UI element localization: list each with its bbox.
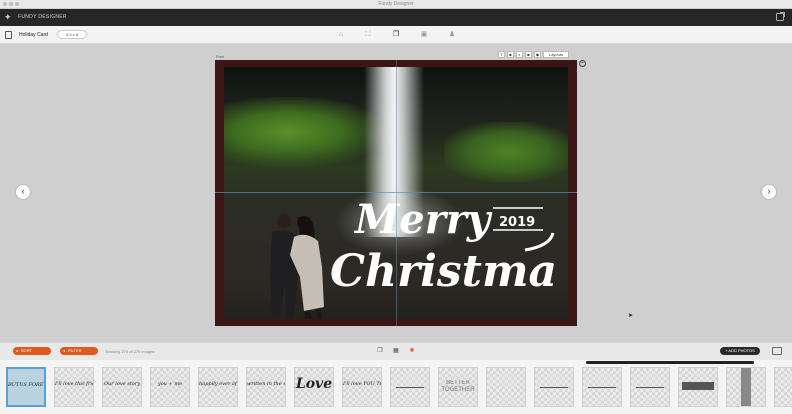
- thumbnail-item[interactable]: [486, 367, 526, 407]
- thumbnail-item[interactable]: Love: [294, 367, 334, 407]
- image-box-tool-button[interactable]: ■: [507, 51, 514, 58]
- thumbnail-item[interactable]: you + me: [150, 367, 190, 407]
- image-box-mode-icon[interactable]: ▣: [419, 30, 429, 39]
- card-tools: T ■ ◐ ■ ◉ Layouts: [498, 51, 569, 58]
- thumbnail-strip[interactable]: BUTUS FOREVER I'll love this friend Our lo…: [0, 360, 792, 414]
- thumbnail-text: written in the stars: [247, 381, 285, 387]
- card-mode-icon[interactable]: ❐: [391, 30, 401, 39]
- couple-figure: [270, 214, 324, 319]
- vertical-bar-graphic: [741, 368, 751, 406]
- thumbnail-item[interactable]: [390, 367, 430, 407]
- thumbnail-item[interactable]: I'll love YOU TO the: [342, 367, 382, 407]
- color-tool-button[interactable]: ◐: [516, 51, 523, 58]
- card-options-icon[interactable]: +: [579, 60, 586, 67]
- thumbnail-item[interactable]: happily ever after: [198, 367, 238, 407]
- thumbnail-text: Our love story: [103, 381, 141, 387]
- svg-text:2019: 2019: [499, 215, 535, 230]
- thumbnail-text: happily ever after: [199, 381, 237, 387]
- sort-button[interactable]: ◂ SORT: [13, 347, 51, 355]
- moss-right: [444, 122, 568, 182]
- thumbnail-text: I'll love YOU TO the: [343, 381, 381, 387]
- settings-icon[interactable]: ✺: [408, 347, 416, 355]
- add-photos-button[interactable]: + ADD PHOTOS: [720, 347, 760, 355]
- thumbnail-text: BUTUS FOREVER: [8, 382, 44, 388]
- album-mode-icon[interactable]: ⌂: [336, 30, 346, 39]
- app-name: FUNDY DESIGNER: [18, 14, 67, 20]
- products-mode-icon[interactable]: ♟: [447, 30, 457, 39]
- svg-text:Merry: Merry: [353, 196, 493, 243]
- caret-left-icon: ◂: [16, 348, 19, 353]
- thumbnail-text: BETTER TOGETHER: [441, 380, 475, 393]
- divider-graphic: [540, 387, 568, 388]
- thumbnail-item[interactable]: [774, 367, 792, 407]
- shape-tool-button[interactable]: ■: [525, 51, 532, 58]
- svg-text:Christmas: Christmas: [330, 246, 555, 297]
- card-size-selector[interactable]: 5.5 x 8: [57, 30, 87, 39]
- divider-graphic: [636, 387, 664, 388]
- fundy-logo-icon: ✦: [4, 12, 12, 22]
- caret-left-icon: ◂: [63, 348, 66, 353]
- center-guide-vertical: [396, 60, 397, 326]
- thumbnail-item[interactable]: I'll love this friend: [54, 367, 94, 407]
- external-link-icon[interactable]: [776, 12, 785, 21]
- stack-view-icon[interactable]: ❐: [376, 347, 384, 355]
- preview-tool-button[interactable]: ◉: [534, 51, 541, 58]
- divider-graphic: [588, 387, 616, 388]
- thumbnail-item[interactable]: Our love story: [102, 367, 142, 407]
- sort-label: SORT: [21, 348, 33, 353]
- image-count: Showing 279 of 279 images: [105, 349, 155, 354]
- thumbnail-item[interactable]: [726, 367, 766, 407]
- thumbnail-item[interactable]: [582, 367, 622, 407]
- grid-view-icon[interactable]: ▦: [392, 347, 400, 355]
- monitor-icon[interactable]: [772, 347, 782, 355]
- image-controls: ◂ SORT ◂ FILTER Showing 279 of 279 image…: [0, 342, 792, 360]
- previous-page-button[interactable]: ‹: [16, 185, 30, 199]
- card-side-label: Front: [216, 55, 225, 59]
- wall-art-mode-icon[interactable]: ⛶: [363, 30, 373, 39]
- thumbnail-text: I'll love this friend: [55, 381, 93, 387]
- thumbnail-item[interactable]: [630, 367, 670, 407]
- window-title: Fundy Designer: [378, 1, 414, 7]
- thumbnail-item[interactable]: [534, 367, 574, 407]
- divider-graphic: [396, 387, 424, 388]
- bar-graphic: [682, 382, 714, 390]
- filter-button[interactable]: ◂ FILTER: [60, 347, 98, 355]
- next-page-button[interactable]: ›: [762, 185, 776, 199]
- moss-left: [224, 97, 384, 167]
- text-tool-button[interactable]: T: [498, 51, 505, 58]
- window-titlebar: Fundy Designer: [0, 0, 792, 9]
- design-canvas: Front T ■ ◐ ■ ◉ Layouts + Merry Christma…: [0, 44, 792, 342]
- filter-label: FILTER: [68, 348, 82, 353]
- project-name[interactable]: Holiday Card: [19, 32, 48, 38]
- thumbnail-text: Love: [295, 376, 333, 392]
- layouts-button[interactable]: Layouts: [543, 51, 569, 58]
- merry-christmas-graphic[interactable]: Merry Christmas 2019: [325, 188, 555, 298]
- project-toolbar: Holiday Card 5.5 x 8 ⌂ ⛶ ❐ ▣ ♟: [0, 26, 792, 44]
- thumbnail-text: you + me: [157, 381, 183, 387]
- project-icon[interactable]: [5, 31, 12, 39]
- app-header: ✦ FUNDY DESIGNER: [0, 9, 792, 26]
- thumbnail-item[interactable]: BUTUS FOREVER: [6, 367, 46, 407]
- thumbnail-item[interactable]: [678, 367, 718, 407]
- mouse-cursor-icon: ➤: [628, 313, 634, 319]
- thumbnail-item[interactable]: BETTER TOGETHER: [438, 367, 478, 407]
- thumbnail-item[interactable]: written in the stars: [246, 367, 286, 407]
- strip-scrollbar[interactable]: [586, 361, 754, 364]
